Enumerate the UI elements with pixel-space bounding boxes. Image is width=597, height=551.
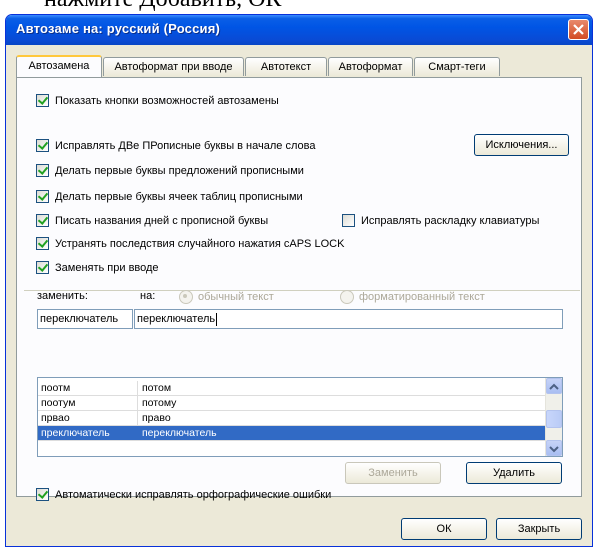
list-item[interactable]: поотум потому bbox=[38, 396, 548, 411]
dialog-title: Автозаме на: русский (Россия) bbox=[16, 21, 221, 36]
plain-text-radio[interactable]: обычный текст bbox=[179, 290, 274, 304]
chevron-down-icon bbox=[549, 446, 559, 453]
radio-button-indicator bbox=[179, 290, 193, 304]
column-separator bbox=[137, 381, 138, 396]
keyboard-layout-label: Исправлять раскладку клавиатуры bbox=[361, 214, 540, 227]
close-icon bbox=[573, 24, 584, 35]
keyboard-layout-checkbox[interactable] bbox=[342, 214, 355, 227]
replace-as-you-type-label: Заменять при вводе bbox=[55, 261, 159, 274]
caps-lock-option[interactable]: Устранять последствия случайного нажатия… bbox=[36, 237, 344, 250]
tab-smart-tags[interactable]: Смарт-теги bbox=[414, 57, 500, 76]
show-buttons-checkbox[interactable] bbox=[36, 94, 49, 107]
list-item-to: право bbox=[142, 412, 171, 424]
first-letter-sentences-option[interactable]: Делать первые буквы предложений прописны… bbox=[36, 164, 304, 177]
replace-input-value: переключатель bbox=[40, 313, 119, 325]
delete-button[interactable]: Удалить bbox=[466, 462, 562, 484]
replace-label: заменить: bbox=[37, 290, 88, 302]
scroll-down-button[interactable] bbox=[546, 440, 562, 456]
list-item-from: преключатель bbox=[41, 427, 110, 439]
scroll-up-button[interactable] bbox=[546, 378, 562, 394]
tab-autotext[interactable]: Автотекст bbox=[245, 57, 327, 76]
caps-lock-label: Устранять последствия случайного нажатия… bbox=[55, 237, 345, 250]
first-letter-cells-label: Делать первые буквы ячеек таблиц прописн… bbox=[55, 190, 303, 203]
exceptions-button[interactable]: Исключения... bbox=[474, 134, 569, 156]
show-buttons-label: Показать кнопки возможностей автозамены bbox=[55, 94, 279, 107]
chevron-up-icon bbox=[549, 383, 559, 390]
list-item-from: поотум bbox=[41, 397, 76, 409]
list-item-from: поотм bbox=[41, 382, 71, 394]
column-separator bbox=[137, 396, 138, 411]
tab-autocorrect[interactable]: Автозамена bbox=[16, 55, 102, 77]
caps-lock-checkbox[interactable] bbox=[36, 237, 49, 250]
replace-as-you-type-checkbox[interactable] bbox=[36, 261, 49, 274]
spelling-label: Автоматически исправлять орфографические… bbox=[55, 488, 332, 501]
two-caps-option[interactable]: Исправлять ДВе ПРописные буквы в начале … bbox=[36, 139, 315, 152]
close-button[interactable]: Закрыть bbox=[496, 518, 582, 540]
scroll-thumb[interactable] bbox=[546, 410, 562, 428]
with-label: на: bbox=[140, 290, 156, 302]
first-letter-sentences-label: Делать первые буквы предложений прописны… bbox=[55, 164, 304, 177]
first-letter-sentences-checkbox[interactable] bbox=[36, 164, 49, 177]
list-item[interactable]: поотм потом bbox=[38, 381, 548, 396]
list-item-from: првао bbox=[41, 412, 70, 424]
day-names-checkbox[interactable] bbox=[36, 214, 49, 227]
replace-as-you-type-option[interactable]: Заменять при вводе bbox=[36, 261, 163, 274]
with-input-value: переключатель bbox=[137, 313, 216, 325]
background-document-text: нажмите Добавить, ОК bbox=[0, 0, 597, 14]
list-item-to: переключатель bbox=[142, 427, 217, 439]
first-letter-cells-checkbox[interactable] bbox=[36, 190, 49, 203]
autocorrect-dialog: Автозаме на: русский (Россия) Автозамена… bbox=[5, 14, 593, 547]
replace-input[interactable]: переключатель bbox=[37, 309, 133, 329]
plain-text-label: обычный текст bbox=[198, 291, 274, 303]
tab-autoformat[interactable]: Автоформат bbox=[328, 57, 413, 76]
column-separator bbox=[137, 411, 138, 426]
title-bar[interactable]: Автозаме на: русский (Россия) bbox=[6, 15, 592, 45]
replacement-list[interactable]: поотм потом поотум потому првао право пр… bbox=[37, 377, 563, 457]
replace-button[interactable]: Заменить bbox=[345, 462, 441, 484]
text-caret bbox=[216, 312, 218, 326]
list-item-to: потом bbox=[142, 382, 172, 394]
list-item-selected[interactable]: преключатель переключатель bbox=[38, 426, 548, 441]
first-letter-cells-option[interactable]: Делать первые буквы ячеек таблиц прописн… bbox=[36, 190, 303, 203]
formatted-text-label: форматированный текст bbox=[359, 291, 485, 303]
ok-button[interactable]: ОК bbox=[401, 518, 487, 540]
two-caps-label: Исправлять ДВе ПРописные буквы в начале … bbox=[55, 139, 316, 152]
spelling-checkbox[interactable] bbox=[36, 488, 49, 501]
with-input[interactable]: переключатель bbox=[134, 309, 563, 329]
list-scrollbar[interactable] bbox=[545, 378, 562, 456]
list-item-to: потому bbox=[142, 397, 177, 409]
spelling-option[interactable]: Автоматически исправлять орфографические… bbox=[36, 488, 331, 501]
radio-button-indicator bbox=[340, 290, 354, 304]
background-text: нажмите Добавить, ОК bbox=[44, 0, 281, 13]
show-buttons-option[interactable]: Показать кнопки возможностей автозамены bbox=[36, 94, 279, 107]
keyboard-layout-option[interactable]: Исправлять раскладку клавиатуры bbox=[342, 214, 539, 227]
tab-autoformat-as-you-type[interactable]: Автоформат при вводе bbox=[103, 57, 244, 76]
list-item[interactable]: првао право bbox=[38, 411, 548, 426]
close-window-button[interactable] bbox=[568, 19, 589, 40]
replace-group-divider bbox=[24, 290, 580, 291]
day-names-label: Писать названия дней с прописной буквы bbox=[55, 214, 269, 227]
two-caps-checkbox[interactable] bbox=[36, 139, 49, 152]
day-names-option[interactable]: Писать названия дней с прописной буквы bbox=[36, 214, 268, 227]
formatted-text-radio[interactable]: форматированный текст bbox=[340, 290, 485, 304]
